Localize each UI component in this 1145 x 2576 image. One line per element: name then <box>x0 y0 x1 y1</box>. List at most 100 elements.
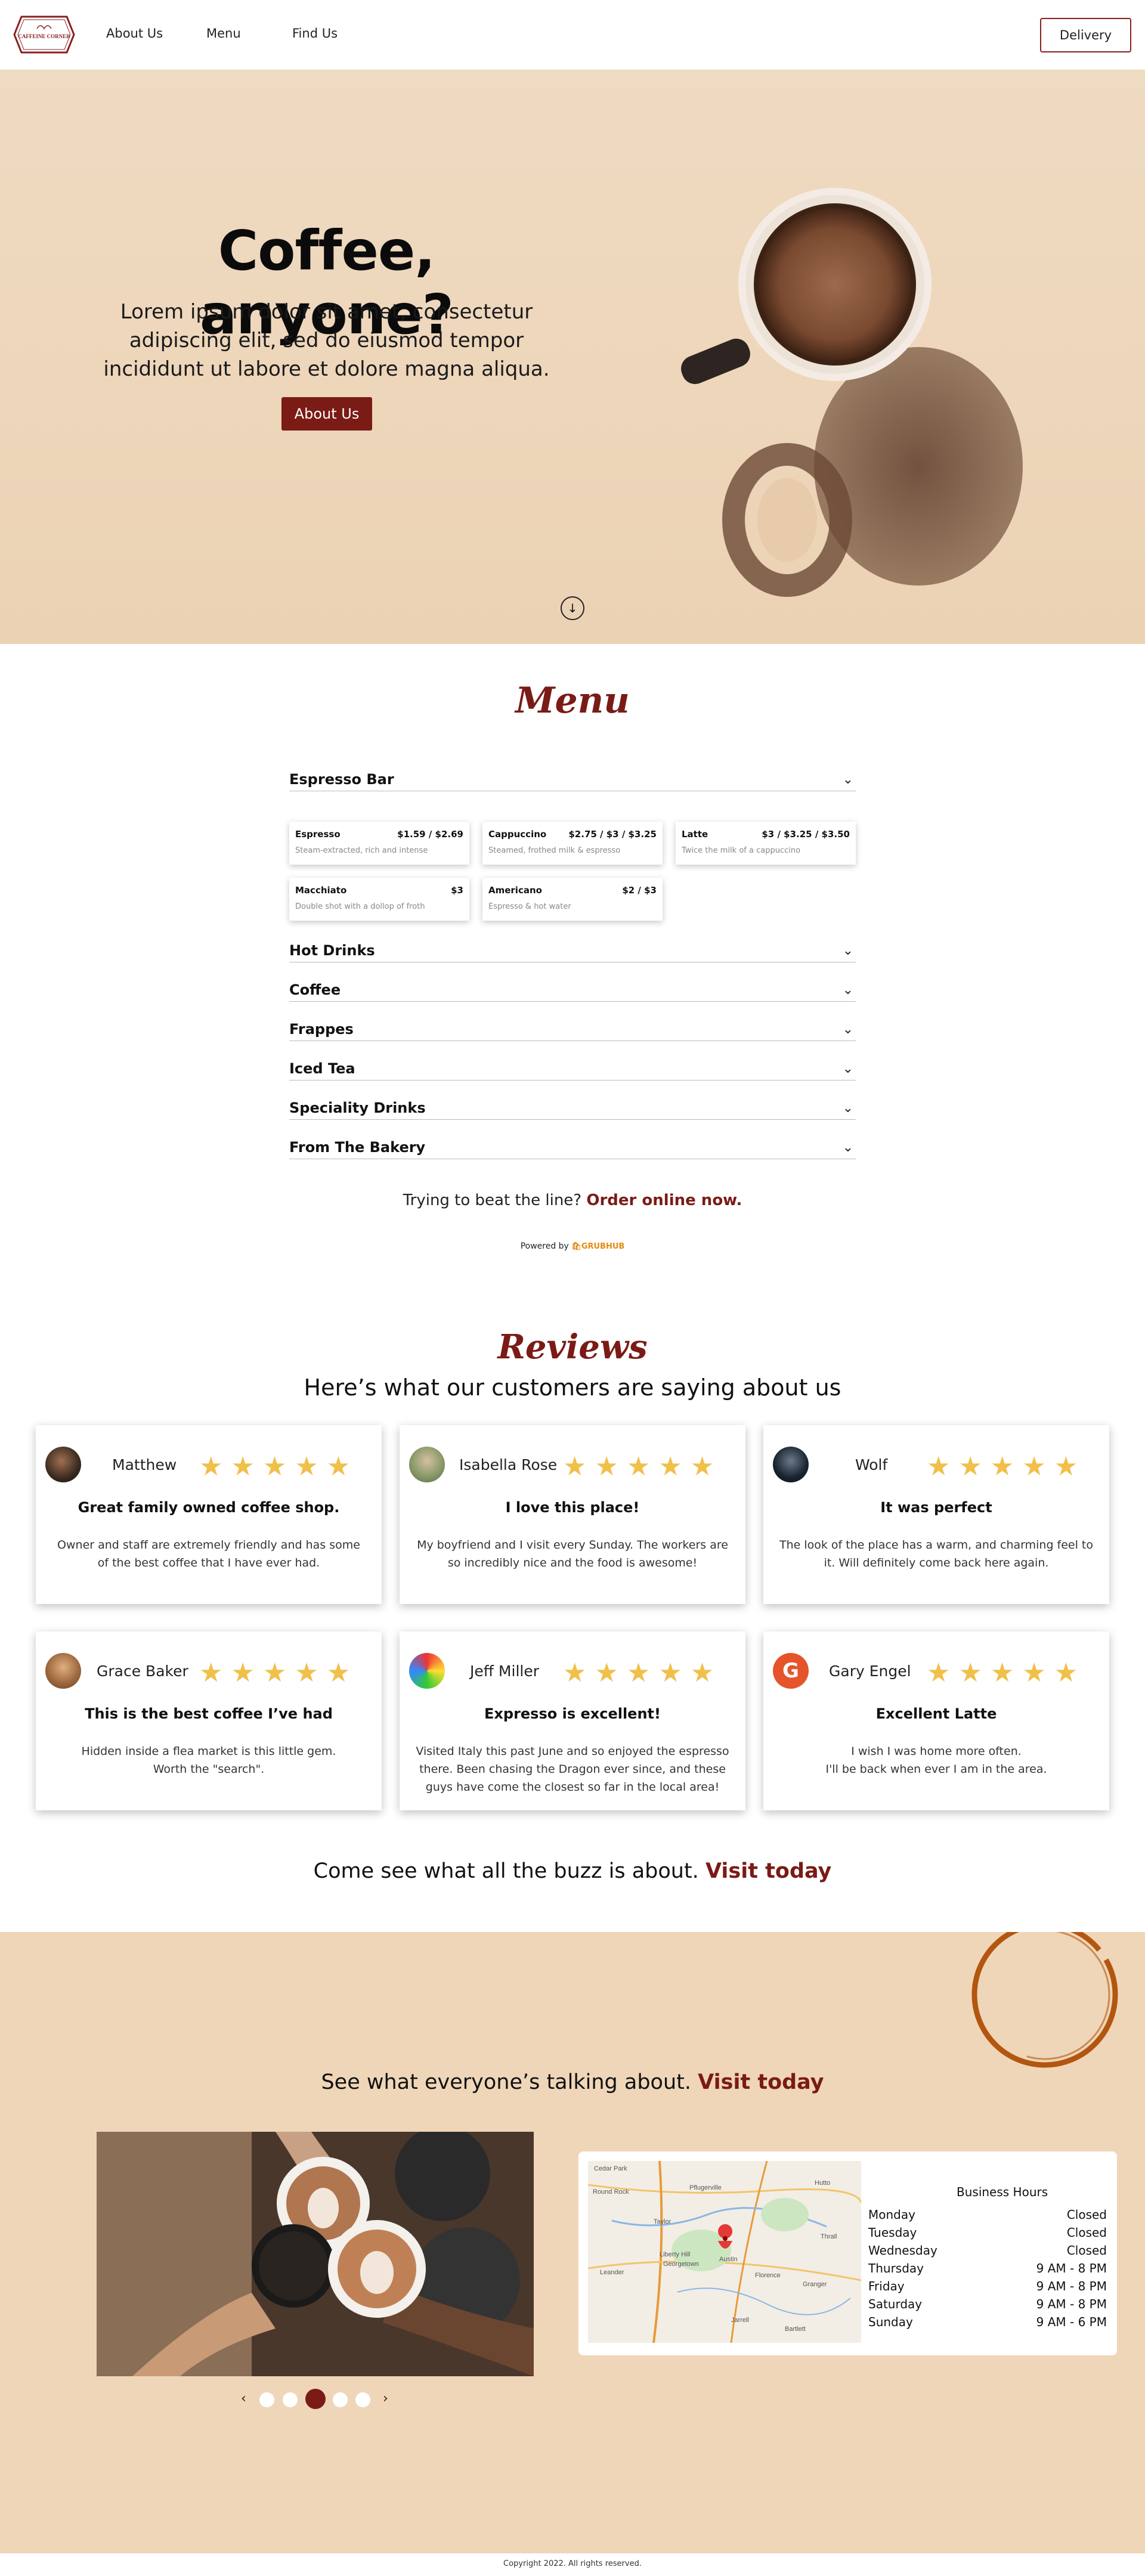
carousel-dot[interactable] <box>355 2392 370 2407</box>
review-headline: Great family owned coffee shop. <box>78 1499 340 1516</box>
nav-link-about[interactable]: About Us <box>106 26 163 41</box>
map-label: Liberty Hill <box>660 2251 690 2258</box>
chevron-down-icon: ⌄ <box>842 943 853 958</box>
top-nav: CAFFEINE CORNER About Us Menu Find Us De… <box>0 0 1145 70</box>
reviewer-name: Gary Engel <box>829 1662 911 1680</box>
review-body: I wish I was home more often. I'll be ba… <box>825 1745 1047 1776</box>
visit-title: See what everyone’s talking about. Visit… <box>0 2070 1145 2094</box>
hours-time: Closed <box>1066 2207 1107 2222</box>
hours-row: Tuesday Closed <box>868 2225 1107 2243</box>
item-desc: Double shot with a dollop of froth <box>295 902 425 911</box>
hours-day: Monday <box>868 2207 915 2222</box>
star-rating: ★★★★★ <box>199 1658 359 1688</box>
accordion-frappes[interactable]: Frappes ⌄ <box>289 1021 856 1041</box>
accordion-label: Espresso Bar <box>289 771 394 788</box>
accordion-label: From The Bakery <box>289 1139 426 1156</box>
business-hours-title: Business Hours <box>957 2185 1048 2199</box>
menu-card-americano: Americano $2 / $3 Espresso & hot water <box>482 878 663 921</box>
powered-by: Powered by 🛍GRUBHUB <box>0 1241 1145 1251</box>
hours-day: Tuesday <box>868 2225 917 2240</box>
review-card: Grace Baker ★★★★★ This is the best coffe… <box>36 1631 382 1810</box>
delivery-button[interactable]: Delivery <box>1040 18 1131 52</box>
item-name: Cappuccino <box>488 829 547 840</box>
reviewer-name: Isabella Rose <box>459 1456 558 1473</box>
map-label: Taylor <box>654 2218 671 2225</box>
review-card: Jeff Miller ★★★★★ Expresso is excellent!… <box>400 1631 745 1810</box>
review-body: Hidden inside a flea market is this litt… <box>81 1745 336 1776</box>
visit-title-text: See what everyone’s talking about. <box>321 2070 691 2094</box>
coffee-cheers-photo <box>97 2132 534 2376</box>
carousel-dot-active[interactable] <box>305 2389 326 2409</box>
carousel-dot[interactable] <box>283 2392 298 2407</box>
reviewer-name: Grace Baker <box>97 1662 188 1680</box>
review-headline: This is the best coffee I’ve had <box>85 1705 333 1722</box>
buzz-text: Come see what all the buzz is about. <box>313 1859 699 1883</box>
carousel-prev-button[interactable]: ‹ <box>241 2391 246 2406</box>
review-body: The look of the place has a warm, and ch… <box>779 1538 1094 1569</box>
item-price: $3 / $3.25 / $3.50 <box>762 829 850 840</box>
review-card: Matthew ★★★★★ Great family owned coffee … <box>36 1425 382 1604</box>
reviewer-name: Matthew <box>112 1456 177 1473</box>
chevron-down-icon: ⌄ <box>842 1140 853 1155</box>
carousel-dot[interactable] <box>333 2392 348 2407</box>
nav-link-find-us[interactable]: Find Us <box>292 26 338 41</box>
coffee-cup-image <box>681 188 1023 597</box>
menu-card-macchiato: Macchiato $3 Double shot with a dollop o… <box>289 878 469 921</box>
hours-row: Saturday 9 AM - 8 PM <box>868 2297 1107 2315</box>
visit-today-link[interactable]: Visit today <box>698 2070 824 2094</box>
coffee-ring-decoration <box>971 1932 1118 2068</box>
menu-card-latte: Latte $3 / $3.25 / $3.50 Twice the milk … <box>676 822 856 865</box>
item-desc: Steam-extracted, rich and intense <box>295 846 428 855</box>
accordion-espresso-bar[interactable]: Espresso Bar ⌄ <box>289 771 856 791</box>
accordion-speciality-drinks[interactable]: Speciality Drinks ⌄ <box>289 1100 856 1120</box>
order-online-line: Trying to beat the line? Order online no… <box>0 1191 1145 1209</box>
hours-day: Thursday <box>868 2261 924 2275</box>
accordion-iced-tea[interactable]: Iced Tea ⌄ <box>289 1060 856 1080</box>
item-desc: Espresso & hot water <box>488 902 571 911</box>
item-name: Americano <box>488 885 542 896</box>
item-name: Espresso <box>295 829 341 840</box>
grubhub-logo[interactable]: 🛍GRUBHUB <box>571 1242 624 1251</box>
map-label: Hutto <box>815 2179 830 2187</box>
map-label: Cedar Park <box>594 2165 627 2172</box>
item-name: Macchiato <box>295 885 347 896</box>
avatar <box>773 1447 809 1482</box>
review-headline: I love this place! <box>505 1499 640 1516</box>
location-map[interactable]: Cedar Park Round Rock Pflugerville Hutto… <box>588 2161 861 2343</box>
nav-link-menu[interactable]: Menu <box>206 26 241 41</box>
arrow-down-circle-icon[interactable]: ↓ <box>561 596 584 620</box>
accordion-label: Speciality Drinks <box>289 1100 426 1116</box>
reviews-title: Reviews <box>497 1327 648 1367</box>
menu-title: Menu <box>515 680 630 722</box>
order-online-link[interactable]: Order online now. <box>586 1191 742 1209</box>
accordion-label: Frappes <box>289 1021 354 1038</box>
visit-today-link[interactable]: Visit today <box>705 1859 831 1883</box>
star-rating: ★★★★★ <box>563 1451 723 1482</box>
chevron-down-icon: ⌄ <box>842 983 853 998</box>
accordion-label: Coffee <box>289 982 341 998</box>
review-body: Visited Italy this past June and so enjo… <box>416 1745 729 1794</box>
avatar <box>409 1653 445 1689</box>
map-label: Round Rock <box>593 2188 629 2196</box>
hours-time: Closed <box>1066 2225 1107 2240</box>
footer: Copyright 2022. All rights reserved. <box>0 2553 1145 2576</box>
carousel-next-button[interactable]: › <box>383 2391 388 2406</box>
hero-about-button[interactable]: About Us <box>281 397 372 431</box>
star-rating: ★★★★★ <box>927 1658 1087 1688</box>
accordion-coffee[interactable]: Coffee ⌄ <box>289 982 856 1002</box>
caffeine-corner-logo[interactable]: CAFFEINE CORNER <box>13 11 75 58</box>
map-label: Georgetown <box>663 2261 699 2268</box>
accordion-hot-drinks[interactable]: Hot Drinks ⌄ <box>289 942 856 962</box>
map-label: Pflugerville <box>689 2184 722 2191</box>
carousel-dot[interactable] <box>259 2392 274 2407</box>
review-body: Owner and staff are extremely friendly a… <box>57 1538 360 1569</box>
hours-row: Thursday 9 AM - 8 PM <box>868 2261 1107 2279</box>
visit-section: See what everyone’s talking about. Visit… <box>0 1932 1145 2553</box>
star-rating: ★★★★★ <box>563 1658 723 1688</box>
accordion-label: Iced Tea <box>289 1060 355 1077</box>
review-headline: It was perfect <box>880 1499 992 1516</box>
hours-row: Wednesday Closed <box>868 2243 1107 2261</box>
map-label: Florence <box>755 2272 781 2279</box>
accordion-from-the-bakery[interactable]: From The Bakery ⌄ <box>289 1139 856 1159</box>
hours-time: 9 AM - 8 PM <box>1036 2279 1107 2293</box>
